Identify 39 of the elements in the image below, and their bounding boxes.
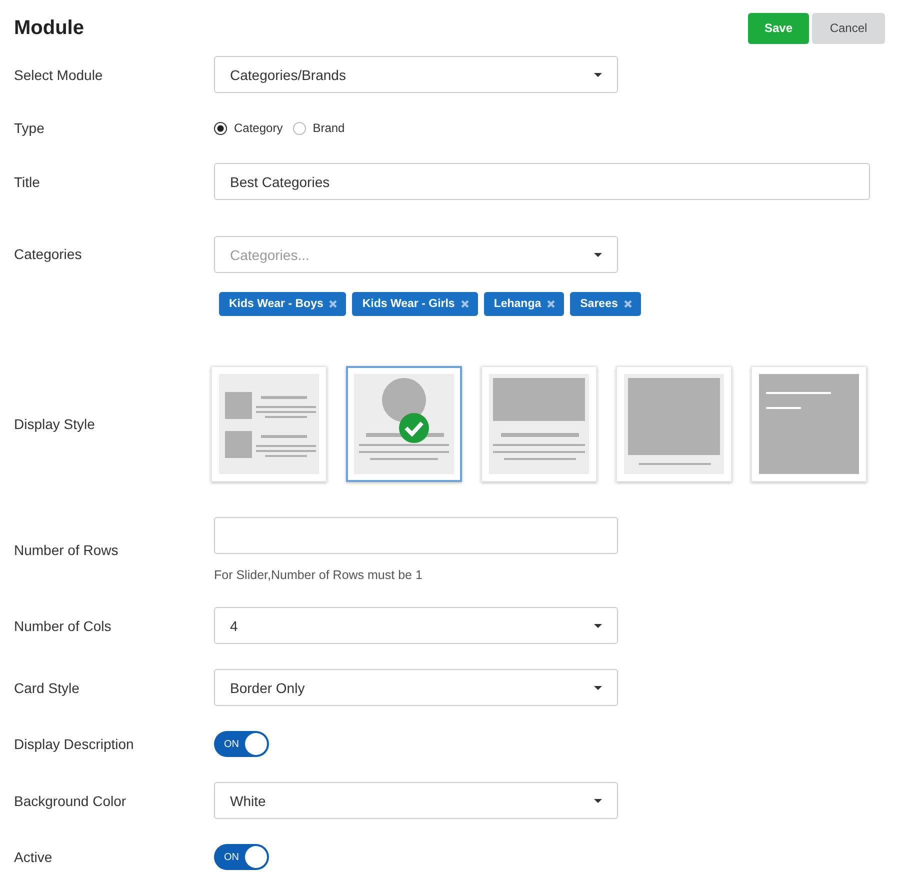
page-title: Module (14, 16, 84, 40)
select-field[interactable]: White (214, 782, 618, 819)
field-label: Number of Rows (14, 542, 120, 558)
radio-option[interactable]: Brand (292, 121, 345, 135)
input-field[interactable] (214, 517, 618, 554)
radio-option[interactable]: Category (214, 121, 283, 135)
field-label: Display Description (14, 736, 135, 752)
toggle-switch[interactable]: ON (214, 731, 269, 757)
tag-chip[interactable]: Kids Wear - Boys (219, 292, 346, 316)
caret-icon (594, 686, 602, 690)
caret-icon (594, 624, 602, 628)
field-label: Type (14, 120, 46, 136)
select-field[interactable]: Border Only (214, 669, 618, 706)
field-label: Display Style (14, 416, 96, 432)
hint-text: For Slider,Number of Rows must be 1 (214, 568, 424, 582)
remove-icon[interactable] (460, 300, 469, 308)
remove-icon[interactable] (329, 300, 338, 308)
caret-icon (594, 72, 602, 76)
select-field[interactable]: 4 (214, 607, 618, 644)
toggle-switch[interactable]: ON (214, 844, 269, 870)
cancel-button[interactable]: Cancel (812, 12, 885, 44)
field-label: Background Color (14, 792, 128, 808)
caret-icon (594, 252, 602, 256)
checkmark-icon (398, 412, 430, 444)
input-field[interactable]: Best Categories (214, 163, 870, 200)
field-label: Active (14, 849, 54, 865)
field-label: Title (14, 174, 41, 190)
tag-chip[interactable]: Sarees (570, 292, 641, 316)
field-label: Select Module (14, 66, 104, 82)
tag-chip[interactable]: Lehanga (484, 292, 564, 316)
remove-icon[interactable] (624, 300, 632, 308)
layout-thumbnail[interactable] (346, 366, 462, 482)
remove-icon[interactable] (547, 300, 556, 308)
select-field[interactable]: Categories/Brands (214, 56, 618, 93)
field-label: Number of Cols (14, 618, 112, 634)
caret-icon (594, 798, 602, 802)
tag-chip[interactable]: Kids Wear - Girls (352, 292, 478, 316)
field-label: Card Style (14, 680, 80, 696)
field-label: Categories (14, 245, 83, 264)
